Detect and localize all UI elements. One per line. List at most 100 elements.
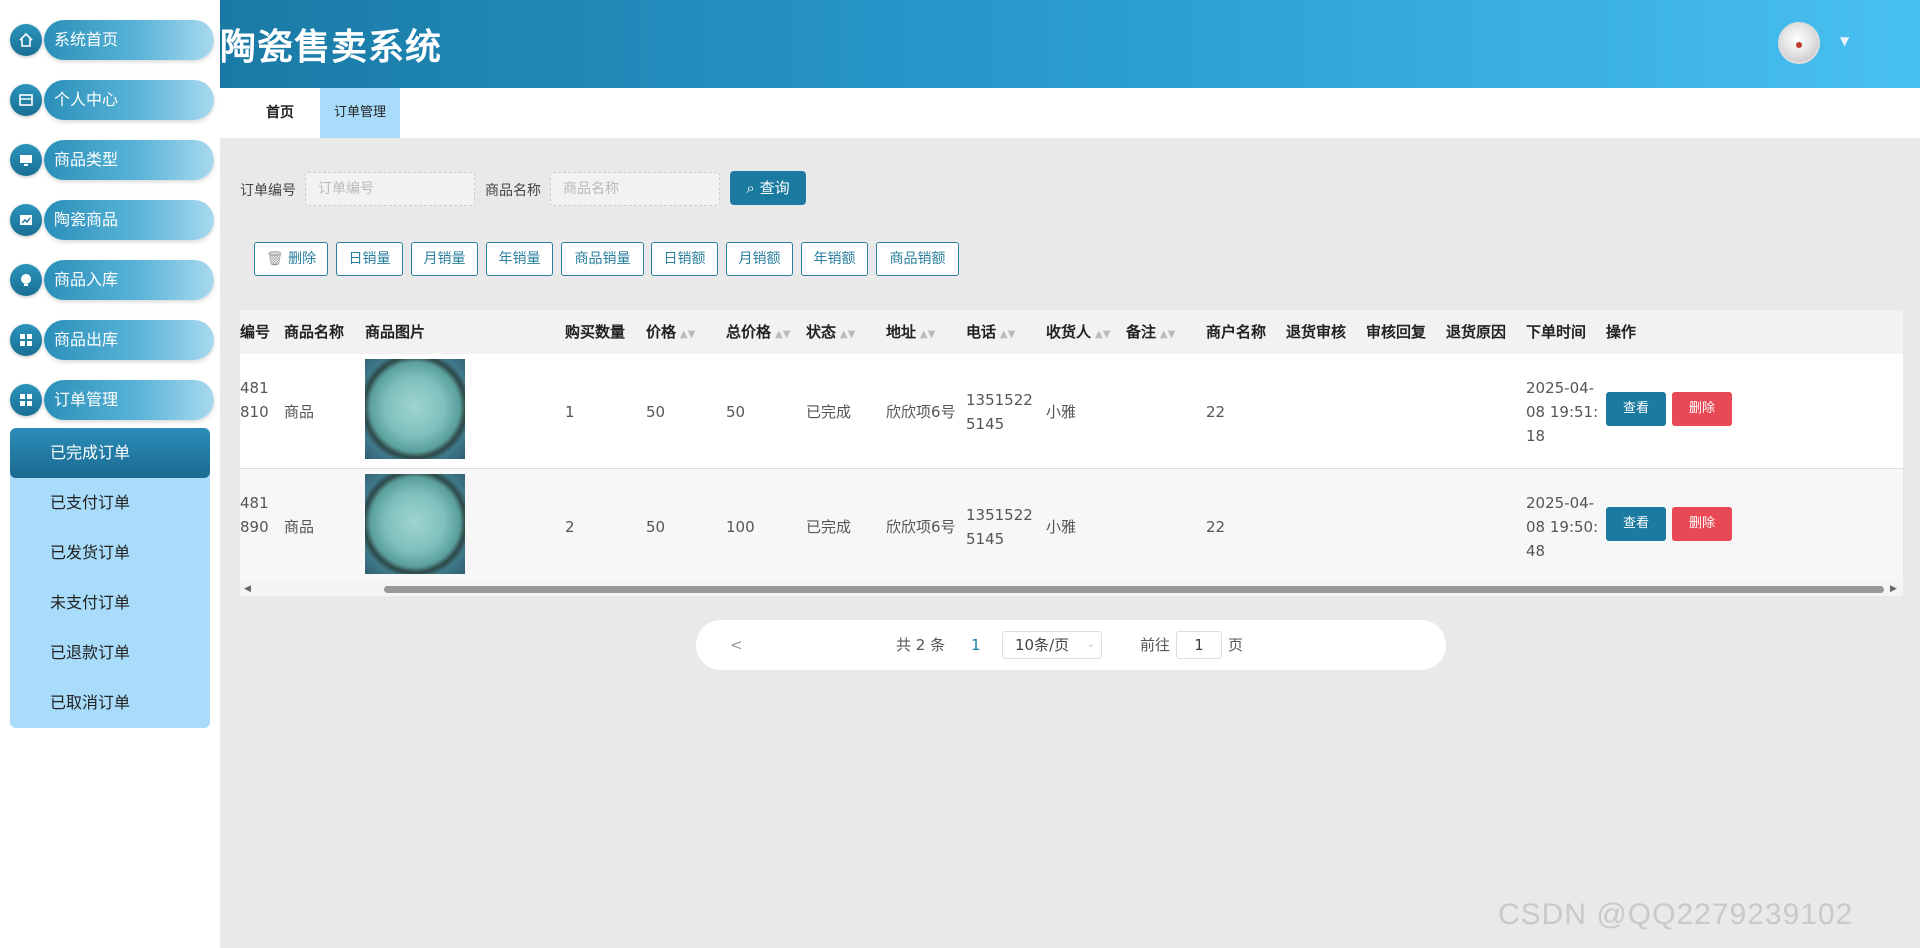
daily-sales-amount-button[interactable]: 日销额 bbox=[651, 242, 718, 276]
delete-button[interactable]: 🗑 删除 bbox=[254, 242, 328, 276]
product-sales-qty-button[interactable]: 商品销量 bbox=[561, 242, 644, 276]
column-header[interactable]: 状态 ▲▼ bbox=[806, 310, 855, 354]
sidebar-item-label: 陶瓷商品 bbox=[44, 200, 214, 240]
sidebar-item-label: 商品入库 bbox=[44, 260, 214, 300]
quantity-cell: 1 bbox=[565, 402, 575, 421]
view-button[interactable]: 查看 bbox=[1606, 392, 1666, 426]
total-cell: 100 bbox=[726, 517, 755, 536]
goto-label: 前往 bbox=[1140, 636, 1171, 654]
merchant-cell: 22 bbox=[1206, 402, 1226, 421]
table-header: 编号 商品名称 商品图片 购买数量 价格 ▲▼ 总价格 ▲▼ 状态 ▲▼ 地址 ▲▼ 电… bbox=[240, 310, 1903, 354]
grid-icon bbox=[10, 324, 42, 356]
sidebar-item-label: 个人中心 bbox=[44, 80, 214, 120]
chart-icon bbox=[10, 204, 42, 236]
monthly-sales-qty-button[interactable]: 月销量 bbox=[411, 242, 478, 276]
tab-home[interactable]: 首页 bbox=[250, 88, 310, 138]
column-header[interactable]: 总价格 ▲▼ bbox=[726, 310, 790, 354]
submenu-item-shipped[interactable]: 已发货订单 bbox=[10, 528, 210, 578]
page-size-value: 10条/页 bbox=[1015, 636, 1070, 654]
tab-order-management[interactable]: 订单管理 bbox=[320, 88, 400, 138]
yearly-sales-qty-button[interactable]: 年销量 bbox=[486, 242, 553, 276]
sidebar-item-label: 订单管理 bbox=[44, 380, 214, 420]
yearly-sales-amount-button[interactable]: 年销额 bbox=[801, 242, 868, 276]
order-no-input[interactable] bbox=[305, 172, 475, 206]
sidebar-item-personal[interactable]: 个人中心 bbox=[10, 80, 214, 120]
submenu-item-cancelled[interactable]: 已取消订单 bbox=[10, 678, 210, 728]
order-submenu: 已完成订单 已支付订单 已发货订单 未支付订单 已退款订单 已取消订单 bbox=[10, 428, 210, 728]
tabs-bar: 首页 订单管理 bbox=[220, 88, 1920, 138]
receiver-cell: 小雅 bbox=[1046, 517, 1077, 536]
sidebar-item-order-management[interactable]: 订单管理 bbox=[10, 380, 214, 420]
column-header: 购买数量 bbox=[565, 323, 626, 341]
column-header[interactable]: 备注 ▲▼ bbox=[1126, 310, 1175, 354]
price-cell: 50 bbox=[646, 517, 666, 536]
chevron-down-icon: ⌄ bbox=[1086, 639, 1095, 650]
product-name-cell: 商品 bbox=[284, 402, 315, 421]
order-time-cell: 2025-04- 08 19:51: 18 bbox=[1526, 379, 1599, 445]
home-icon bbox=[10, 24, 42, 56]
scroll-thumb[interactable] bbox=[384, 586, 1884, 593]
bulb-icon bbox=[10, 264, 42, 296]
order-time-cell: 2025-04- 08 19:50: 48 bbox=[1526, 494, 1599, 560]
caret-down-icon[interactable]: ▼ bbox=[1840, 34, 1849, 48]
column-header[interactable]: 价格 ▲▼ bbox=[646, 310, 695, 354]
prev-page-button[interactable]: < bbox=[730, 620, 743, 670]
product-name-input[interactable] bbox=[550, 172, 720, 206]
column-header: 商户名称 bbox=[1206, 323, 1267, 341]
merchant-cell: 22 bbox=[1206, 517, 1226, 536]
table-row: 481 810 商品 1 50 50 已完成 欣欣项6号 1351522 5145 … bbox=[240, 354, 1903, 469]
row-delete-button[interactable]: 删除 bbox=[1672, 507, 1732, 541]
product-image bbox=[365, 474, 465, 574]
column-header[interactable]: 商品名称 bbox=[284, 310, 344, 354]
horizontal-scrollbar[interactable]: ◀ ▶ bbox=[240, 582, 1903, 596]
address-cell: 欣欣项6号 bbox=[886, 517, 956, 536]
sidebar-item-ceramic-product[interactable]: 陶瓷商品 bbox=[10, 200, 214, 240]
goto-page-input[interactable]: 1 bbox=[1176, 631, 1222, 659]
submenu-item-refunded[interactable]: 已退款订单 bbox=[10, 628, 210, 678]
avatar[interactable] bbox=[1778, 22, 1820, 64]
scroll-left-icon[interactable]: ◀ bbox=[244, 582, 251, 596]
total-count: 共 2 条 bbox=[896, 636, 946, 654]
row-delete-button[interactable]: 删除 bbox=[1672, 392, 1732, 426]
column-header: 商品图片 bbox=[365, 323, 426, 341]
search-icon: ⌕ bbox=[746, 179, 755, 197]
sidebar-item-product-type[interactable]: 商品类型 bbox=[10, 140, 214, 180]
sidebar-item-label: 商品类型 bbox=[44, 140, 214, 180]
column-header: 退货审核 bbox=[1286, 323, 1347, 341]
product-sales-amount-button[interactable]: 商品销额 bbox=[876, 242, 959, 276]
query-button[interactable]: ⌕ 查询 bbox=[730, 171, 806, 205]
price-cell: 50 bbox=[646, 402, 666, 421]
view-button[interactable]: 查看 bbox=[1606, 507, 1666, 541]
daily-sales-qty-button[interactable]: 日销量 bbox=[336, 242, 403, 276]
grid-icon bbox=[10, 384, 42, 416]
column-header[interactable]: 编号 bbox=[240, 310, 270, 354]
quantity-cell: 2 bbox=[565, 517, 575, 536]
trash-icon: 🗑 bbox=[265, 251, 284, 267]
pagination: < 共 2 条 1 10条/页 ⌄ 前往 1 页 bbox=[696, 620, 1446, 670]
order-no-cell: 481 890 bbox=[240, 494, 269, 536]
column-header[interactable]: 收货人 ▲▼ bbox=[1046, 310, 1110, 354]
sidebar-item-home[interactable]: 系统首页 bbox=[10, 20, 214, 60]
orders-table: 编号 商品名称 商品图片 购买数量 价格 ▲▼ 总价格 ▲▼ 状态 ▲▼ 地址 ▲▼ 电… bbox=[240, 310, 1903, 596]
header: 陶瓷售卖系统 ▼ bbox=[220, 0, 1920, 88]
submenu-item-unpaid[interactable]: 未支付订单 bbox=[10, 578, 210, 628]
product-name-label: 商品名称 bbox=[485, 183, 541, 199]
scroll-right-icon[interactable]: ▶ bbox=[1890, 582, 1897, 596]
main-content: 订单编号 商品名称 ⌕ 查询 🗑 删除 日销量 月销量 年销量 商品销量 日销额… bbox=[220, 138, 1920, 948]
column-header[interactable]: 地址 ▲▼ bbox=[886, 310, 935, 354]
status-cell: 已完成 bbox=[806, 402, 852, 421]
sidebar-item-stock-in[interactable]: 商品入库 bbox=[10, 260, 214, 300]
column-header[interactable]: 电话 ▲▼ bbox=[966, 310, 1015, 354]
monthly-sales-amount-button[interactable]: 月销额 bbox=[726, 242, 793, 276]
table-row: 481 890 商品 2 50 100 已完成 欣欣项6号 1351522 5145… bbox=[240, 469, 1903, 584]
receiver-cell: 小雅 bbox=[1046, 402, 1077, 421]
app-title: 陶瓷售卖系统 bbox=[220, 27, 443, 68]
page-size-select[interactable]: 10条/页 ⌄ bbox=[1002, 631, 1102, 659]
submenu-item-completed[interactable]: 已完成订单 bbox=[10, 428, 210, 478]
page-number-current[interactable]: 1 bbox=[971, 620, 981, 670]
column-header: 审核回复 bbox=[1366, 323, 1427, 341]
submenu-item-paid[interactable]: 已支付订单 bbox=[10, 478, 210, 528]
sidebar-item-stock-out[interactable]: 商品出库 bbox=[10, 320, 214, 360]
column-header: 操作 bbox=[1606, 323, 1637, 341]
phone-cell: 1351522 5145 bbox=[966, 391, 1033, 433]
